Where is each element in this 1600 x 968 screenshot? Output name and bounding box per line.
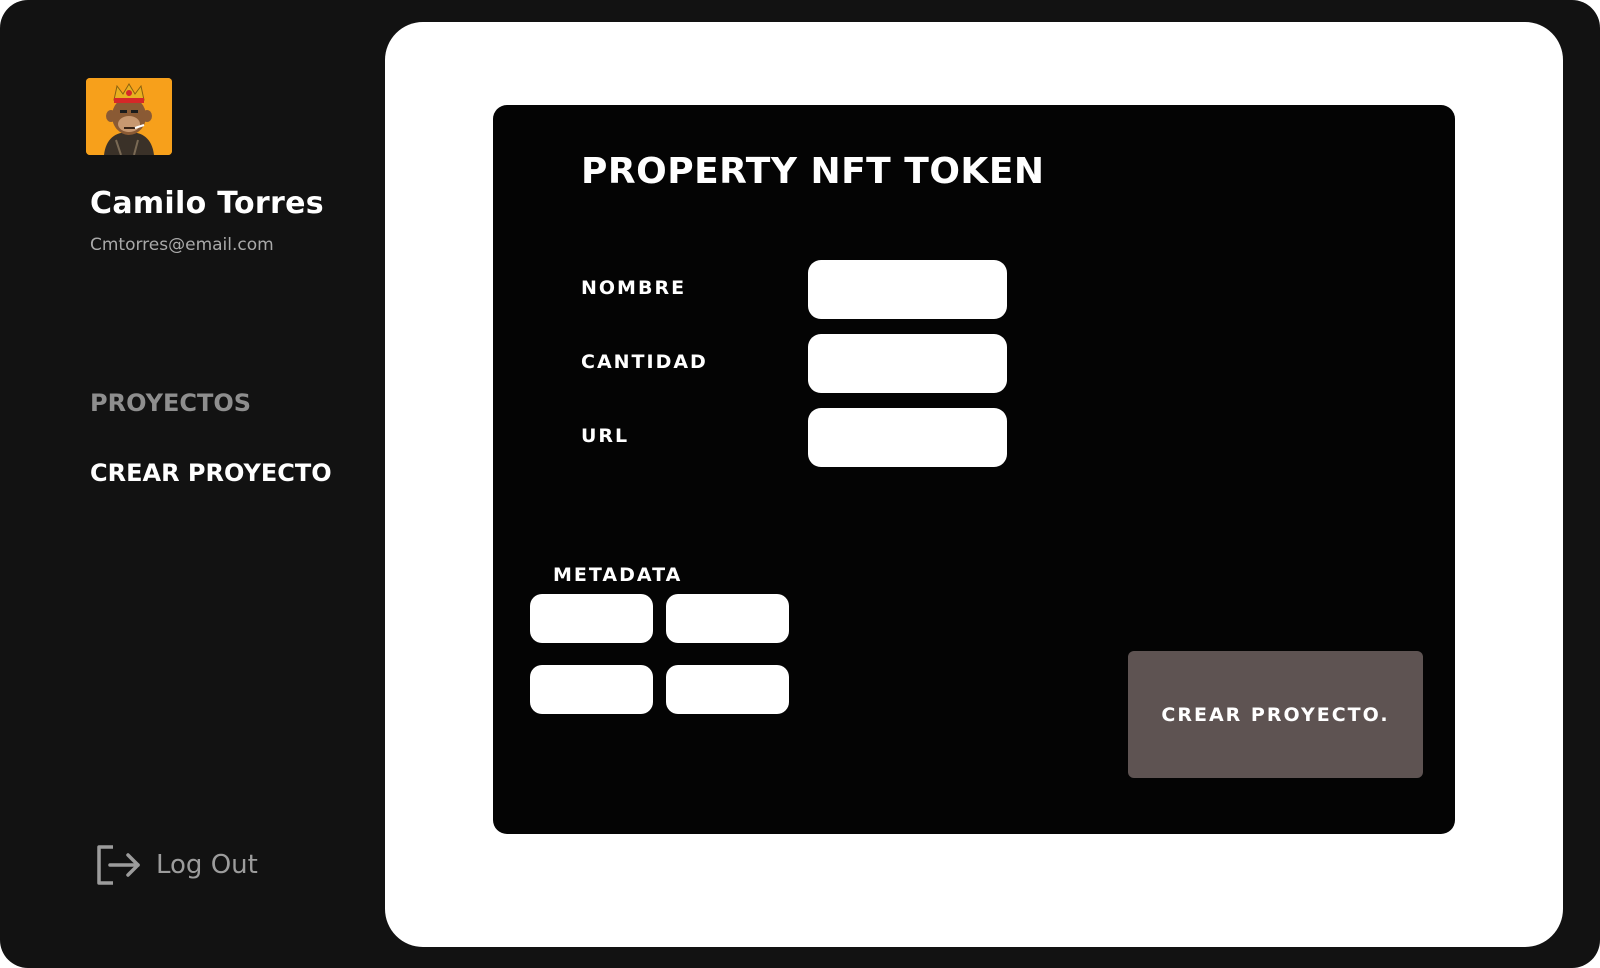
metadata-input-3[interactable] [530, 665, 653, 714]
url-label: URL [581, 425, 630, 447]
logout-button[interactable]: Log Out [96, 845, 258, 885]
sidebar: Camilo Torres Cmtorres@email.com PROYECT… [0, 0, 385, 968]
form-title: PROPERTY NFT TOKEN [581, 151, 1045, 192]
metadata-input-1[interactable] [530, 594, 653, 643]
sidebar-item-crear-proyecto[interactable]: CREAR PROYECTO [90, 459, 332, 487]
nombre-input[interactable] [808, 260, 1007, 319]
user-email: Cmtorres@email.com [90, 235, 274, 255]
metadata-input-4[interactable] [666, 665, 789, 714]
logout-label: Log Out [156, 850, 258, 880]
avatar[interactable] [86, 78, 172, 155]
cantidad-input[interactable] [808, 334, 1007, 393]
logout-icon [97, 845, 140, 885]
app-window: Camilo Torres Cmtorres@email.com PROYECT… [0, 0, 1600, 968]
crear-proyecto-button[interactable]: CREAR PROYECTO. [1128, 651, 1423, 778]
metadata-label: METADATA [553, 564, 683, 586]
url-input[interactable] [808, 408, 1007, 467]
sidebar-item-proyectos[interactable]: PROYECTOS [90, 389, 251, 417]
metadata-input-2[interactable] [666, 594, 789, 643]
user-name: Camilo Torres [90, 186, 324, 221]
main-panel: PROPERTY NFT TOKEN NOMBRE CANTIDAD URL M… [385, 22, 1563, 947]
ape-avatar-icon [86, 78, 172, 155]
cantidad-label: CANTIDAD [581, 351, 708, 373]
nombre-label: NOMBRE [581, 277, 687, 299]
nft-token-form: PROPERTY NFT TOKEN NOMBRE CANTIDAD URL M… [493, 105, 1455, 834]
